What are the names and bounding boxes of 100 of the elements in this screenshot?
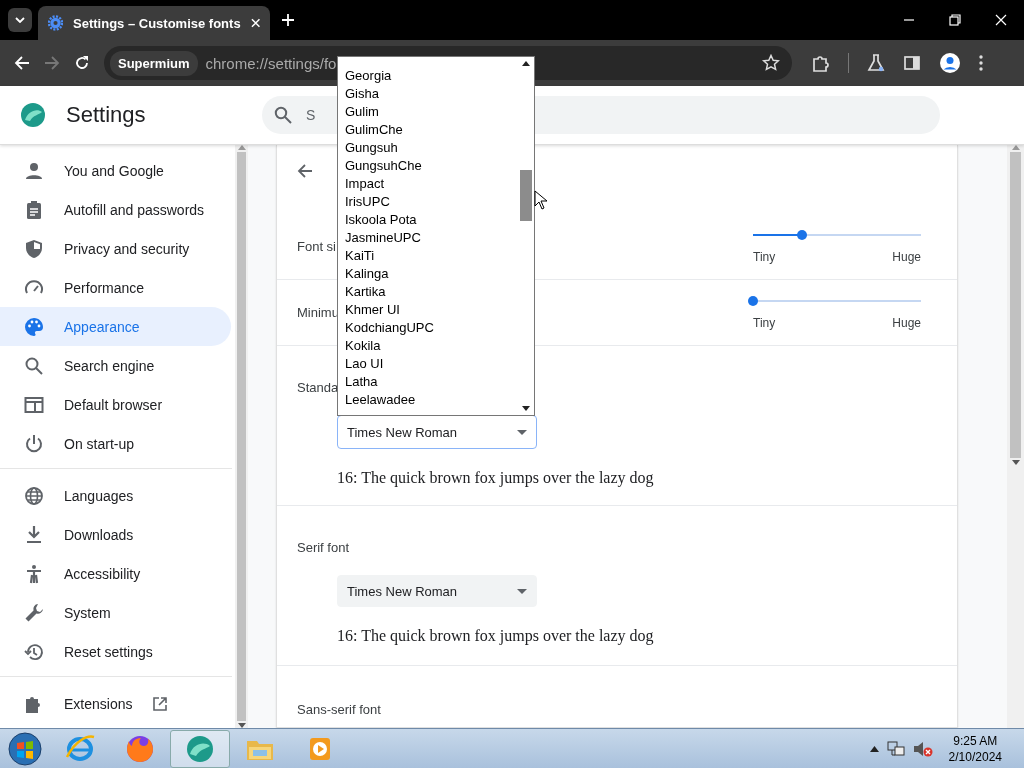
- scroll-down-arrow-icon: [237, 723, 246, 728]
- scroll-up-arrow-icon: [1011, 145, 1020, 150]
- dropdown-option[interactable]: Kartika: [345, 283, 518, 301]
- sidebar-item[interactable]: Reset settings: [0, 632, 231, 671]
- star-icon[interactable]: [762, 54, 780, 72]
- dropdown-option[interactable]: Gulim: [345, 103, 518, 121]
- slider-max-label: Huge: [892, 315, 921, 330]
- wrench-icon: [24, 602, 44, 623]
- back-arrow-icon[interactable]: [297, 163, 313, 179]
- side-panel-icon[interactable]: [903, 54, 921, 72]
- dropdown-option[interactable]: Latha: [345, 373, 518, 391]
- dropdown-option[interactable]: Kalinga: [345, 265, 518, 283]
- account-icon[interactable]: [939, 52, 961, 74]
- close-icon[interactable]: [995, 14, 1007, 26]
- font-sample-text: 16: The quick brown fox jumps over the lazy dog: [337, 469, 655, 487]
- scrollbar-thumb[interactable]: [1010, 152, 1021, 458]
- sidebar-item[interactable]: Downloads: [0, 515, 231, 554]
- caret-icon: [517, 429, 527, 435]
- tray-arrow-icon[interactable]: [869, 745, 879, 752]
- page-title: Settings: [66, 102, 147, 128]
- flask-icon[interactable]: [867, 54, 885, 72]
- scroll-down-arrow-icon: [522, 406, 530, 411]
- accessibility-icon: [24, 563, 44, 584]
- slider-min-label: Tiny: [753, 315, 776, 330]
- dropdown-option[interactable]: GungsuhChe: [345, 157, 518, 175]
- puzzle-icon[interactable]: [812, 54, 830, 72]
- search-icon: [24, 355, 44, 376]
- taskbar-button[interactable]: [170, 729, 230, 768]
- clock[interactable]: 9:25 AM 2/10/2024: [948, 733, 1002, 764]
- sidebar-item[interactable]: Search engine: [0, 346, 231, 385]
- menu-icon[interactable]: [979, 55, 983, 71]
- browser-window-icon: [24, 394, 44, 415]
- clock-date: 2/10/2024: [948, 749, 1002, 764]
- slider-thumb[interactable]: [748, 295, 758, 306]
- setting-label: Sans-serif font: [297, 702, 381, 719]
- font-dropdown[interactable]: Times New Roman: [337, 575, 537, 607]
- dropdown-option[interactable]: Gungsuh: [345, 139, 518, 157]
- scrollbar-thumb[interactable]: [237, 152, 246, 721]
- slider-max-label: Huge: [892, 249, 921, 264]
- globe-icon: [24, 485, 44, 506]
- new-tab-icon[interactable]: [282, 14, 294, 26]
- sidebar-item[interactable]: Extensions: [0, 684, 231, 723]
- close-icon[interactable]: [250, 18, 260, 28]
- browser-tab[interactable]: Settings – Customise fonts: [38, 6, 270, 40]
- sidebar-item[interactable]: Default browser: [0, 385, 231, 424]
- clock-time: 9:25 AM: [953, 733, 998, 748]
- setting-label: Standa: [297, 380, 339, 395]
- sidebar-item[interactable]: System: [0, 593, 231, 632]
- scrollbar[interactable]: [235, 145, 248, 728]
- scrollbar[interactable]: [1007, 145, 1024, 728]
- restore-icon[interactable]: [949, 14, 961, 26]
- speaker-muted-icon[interactable]: [912, 739, 933, 758]
- palette-icon: [24, 316, 44, 337]
- dropdown-option[interactable]: Leelawadee: [345, 391, 518, 409]
- shield-icon: [24, 238, 44, 259]
- slider-thumb[interactable]: [796, 229, 807, 240]
- setting-label: Font si: [297, 239, 336, 254]
- logo-icon: [20, 102, 46, 128]
- dropdown-option[interactable]: Lao UI: [345, 355, 518, 373]
- sidebar-item[interactable]: Languages: [0, 476, 231, 515]
- sidebar-item[interactable]: Autofill and passwords: [0, 190, 231, 229]
- dropdown-option[interactable]: Georgia: [345, 67, 518, 85]
- network-icon[interactable]: [886, 740, 905, 757]
- dropdown-option[interactable]: KaiTi: [345, 247, 518, 265]
- person-icon: [24, 160, 44, 181]
- dropdown-option[interactable]: Kokila: [345, 337, 518, 355]
- dropdown-option[interactable]: JasmineUPC: [345, 229, 518, 247]
- chevron-down-icon: [15, 17, 25, 23]
- clipboard-icon: [24, 199, 44, 220]
- slider-min-label: Tiny: [753, 249, 776, 264]
- sidebar-item[interactable]: You and Google: [0, 151, 231, 190]
- scroll-up-arrow-icon: [237, 145, 246, 150]
- caret-icon: [517, 588, 527, 594]
- address-text: chrome://settings/fo: [205, 54, 337, 72]
- download-icon: [24, 524, 44, 545]
- tab-search-button[interactable]: [8, 8, 32, 32]
- dropdown-option[interactable]: Khmer UI: [345, 301, 518, 319]
- reload-icon[interactable]: [74, 55, 90, 71]
- sidebar-item[interactable]: Appearance: [0, 307, 231, 346]
- font-sample-text: 16: The quick brown fox jumps over the lazy dog: [337, 627, 655, 645]
- dropdown-list[interactable]: Georgia Gisha Gulim GulimChe Gungsuh GungsuhChe Impact IrisUPC Iskoola Pota JasmineUPC KaiTi Kalinga Kartika Khmer UI KodchiangUPC Kokila Lao UI Latha Leelawadee: [337, 56, 535, 416]
- external-link-icon[interactable]: [152, 695, 169, 712]
- dropdown-option[interactable]: IrisUPC: [345, 193, 518, 211]
- scrollbar-thumb[interactable]: [520, 170, 532, 221]
- dropdown-option[interactable]: KodchiangUPC: [345, 319, 518, 337]
- sidebar-item[interactable]: Accessibility: [0, 554, 231, 593]
- history-icon: [24, 641, 44, 662]
- scroll-up-arrow-icon: [522, 61, 530, 66]
- forward-arrow-icon[interactable]: [44, 55, 60, 71]
- site-chip[interactable]: Supermium: [110, 50, 198, 76]
- font-dropdown[interactable]: Times New Roman: [337, 415, 537, 449]
- power-icon: [24, 433, 44, 454]
- setting-label: Serif font: [297, 540, 350, 555]
- windows-orb-icon: [8, 731, 42, 766]
- gear-icon: [48, 15, 64, 31]
- dropdown-option[interactable]: Iskoola Pota: [345, 211, 518, 229]
- sidebar-item[interactable]: Performance: [0, 268, 231, 307]
- sidebar-item[interactable]: On start-up: [0, 424, 231, 463]
- dropdown-option[interactable]: Impact: [345, 175, 518, 193]
- sidebar-item[interactable]: Privacy and security: [0, 229, 231, 268]
